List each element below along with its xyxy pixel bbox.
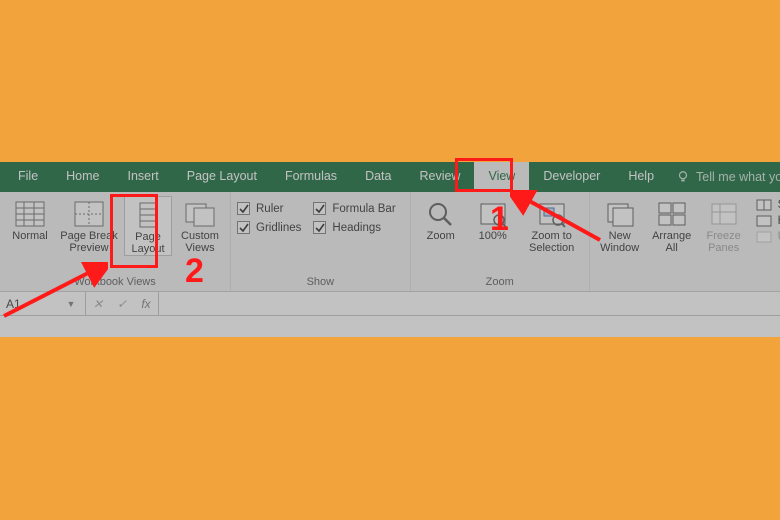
gridlines-label: Gridlines [256, 222, 301, 234]
headings-label: Headings [332, 222, 381, 234]
normal-view-icon [14, 200, 46, 228]
page-break-preview-button[interactable]: Page BreakPreview [58, 196, 120, 254]
tab-home[interactable]: Home [52, 162, 113, 192]
name-box-input[interactable] [0, 297, 62, 311]
arrange-all-button[interactable]: ArrangeAll [648, 196, 696, 254]
group-label-window: Wi [596, 274, 780, 291]
zoom-to-selection-button[interactable]: Zoom toSelection [521, 196, 583, 254]
zoom-selection-icon [536, 200, 568, 228]
worksheet-sliver [0, 316, 780, 337]
tab-view[interactable]: View [474, 162, 529, 192]
name-box[interactable]: ▼ [0, 292, 86, 315]
tab-insert[interactable]: Insert [114, 162, 173, 192]
group-label-zoom: Zoom [417, 274, 583, 291]
checkbox-icon [313, 221, 326, 234]
zoom-selection-label: Zoom toSelection [529, 230, 574, 254]
page-break-icon [73, 200, 105, 228]
new-window-icon [604, 200, 636, 228]
ruler-checkbox[interactable]: Ruler [237, 202, 301, 215]
tab-developer[interactable]: Developer [529, 162, 614, 192]
split-button[interactable]: Split [752, 198, 780, 212]
magnifier-icon [425, 200, 457, 228]
tab-review[interactable]: Review [405, 162, 474, 192]
tab-help[interactable]: Help [614, 162, 668, 192]
hide-icon [756, 215, 772, 227]
group-label-show: Show [237, 274, 404, 291]
tell-me-search[interactable]: Tell me what yo [668, 162, 780, 192]
freeze-panes-label: FreezePanes [707, 230, 741, 254]
tab-data[interactable]: Data [351, 162, 405, 192]
normal-view-label: Normal [12, 230, 47, 242]
tab-formulas[interactable]: Formulas [271, 162, 351, 192]
page-layout-icon [132, 201, 164, 229]
checkbox-icon [313, 202, 326, 215]
excel-ribbon-screenshot: File Home Insert Page Layout Formulas Da… [0, 162, 780, 337]
arrange-all-icon [656, 200, 688, 228]
group-window: NewWindow ArrangeAll FreezePanes Split [590, 192, 780, 291]
formula-input[interactable] [159, 292, 780, 315]
hide-button[interactable]: Hide [752, 214, 780, 228]
new-window-button[interactable]: NewWindow [596, 196, 644, 254]
page-layout-label: PageLayout [131, 231, 164, 255]
formula-bar: ▼ ✕ ✓ fx [0, 292, 780, 316]
tab-file[interactable]: File [4, 162, 52, 192]
formula-bar-checkbox[interactable]: Formula Bar [313, 202, 395, 215]
checkbox-icon [237, 202, 250, 215]
cancel-formula-button[interactable]: ✕ [86, 297, 110, 311]
lightbulb-icon [676, 170, 690, 184]
custom-views-label: CustomViews [181, 230, 219, 254]
ribbon-view: Normal Page BreakPreview PageLayout Cust… [0, 192, 780, 292]
insert-function-button[interactable]: fx [134, 297, 158, 311]
annotation-number-1: 1 [490, 200, 509, 239]
name-box-dropdown-icon[interactable]: ▼ [62, 299, 80, 309]
ruler-label: Ruler [256, 203, 283, 215]
unhide-icon [756, 231, 772, 243]
new-window-label: NewWindow [600, 230, 639, 254]
custom-views-button[interactable]: CustomViews [176, 196, 224, 254]
unhide-button[interactable]: Unhide [752, 230, 780, 244]
formula-bar-label: Formula Bar [332, 203, 395, 215]
arrange-all-label: ArrangeAll [652, 230, 691, 254]
zoom-button[interactable]: Zoom [417, 196, 465, 242]
page-break-label: Page BreakPreview [60, 230, 117, 254]
tell-me-label: Tell me what yo [696, 170, 780, 184]
gridlines-checkbox[interactable]: Gridlines [237, 221, 301, 234]
enter-formula-button[interactable]: ✓ [110, 297, 134, 311]
normal-view-button[interactable]: Normal [6, 196, 54, 242]
custom-views-icon [184, 200, 216, 228]
split-icon [756, 199, 772, 211]
group-show: Ruler Gridlines Formula Bar Headings [231, 192, 411, 291]
freeze-panes-icon [708, 200, 740, 228]
ribbon-tabstrip: File Home Insert Page Layout Formulas Da… [0, 162, 780, 192]
zoom-label: Zoom [427, 230, 455, 242]
headings-checkbox[interactable]: Headings [313, 221, 395, 234]
tab-page-layout[interactable]: Page Layout [173, 162, 271, 192]
page-layout-button[interactable]: PageLayout [124, 196, 172, 256]
freeze-panes-button[interactable]: FreezePanes [700, 196, 748, 254]
checkbox-icon [237, 221, 250, 234]
annotation-number-2: 2 [185, 252, 204, 291]
